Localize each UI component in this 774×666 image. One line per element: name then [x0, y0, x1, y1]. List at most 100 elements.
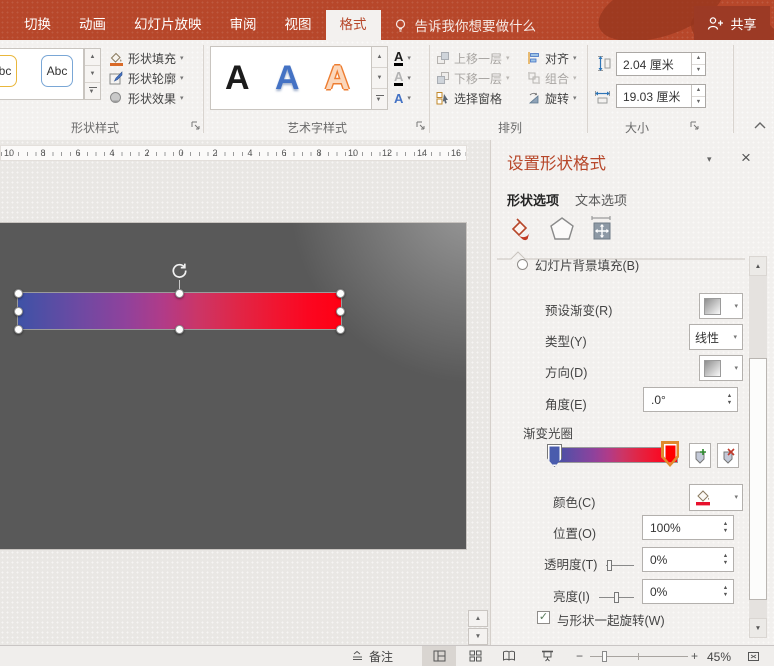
resize-handle-w[interactable] — [14, 307, 23, 316]
pane-close-icon[interactable]: × — [741, 148, 751, 168]
shape-style-tile[interactable]: Abc — [41, 55, 73, 87]
selection-pane-button[interactable]: 选择窗格 — [436, 88, 502, 108]
rotate-button[interactable]: 旋转 ▾ — [527, 88, 577, 108]
text-fill-button[interactable]: A ▾ — [394, 48, 411, 68]
zoom-out-button[interactable]: − — [576, 649, 583, 663]
view-normal-button[interactable] — [422, 646, 456, 666]
gallery-down-icon[interactable]: ▼ — [85, 66, 100, 83]
resize-handle-n[interactable] — [175, 289, 184, 298]
add-gradient-stop-button[interactable] — [689, 443, 711, 468]
zoom-percentage[interactable]: 45% — [707, 650, 731, 664]
spin-down-icon[interactable]: ▼ — [723, 593, 728, 597]
spin-down-icon[interactable]: ▼ — [723, 561, 728, 565]
brightness-slider-thumb[interactable] — [614, 592, 619, 603]
stop-position-field[interactable]: 100% ▲ ▼ — [642, 515, 734, 540]
tab-transitions[interactable]: 切换 — [10, 10, 65, 40]
fit-slide-to-window-icon[interactable] — [746, 650, 761, 663]
wordart-dialog-launcher-icon[interactable] — [416, 121, 426, 131]
angle-spinner[interactable]: ▲ ▼ — [722, 388, 737, 411]
bring-forward-button[interactable]: 上移一层 ▾ — [436, 48, 510, 68]
tell-me-box[interactable]: 告诉我你想要做什么 — [381, 10, 549, 40]
scroll-up-button[interactable]: ▲ — [468, 610, 488, 627]
pane-scroll-up-button[interactable]: ▲ — [749, 256, 767, 276]
size-dialog-launcher-icon[interactable] — [690, 121, 700, 131]
spin-up-icon[interactable]: ▲ — [723, 586, 728, 590]
gallery-up-icon[interactable]: ▲ — [85, 49, 100, 66]
slide-canvas[interactable] — [0, 223, 466, 549]
gradient-stop-blue[interactable] — [547, 444, 562, 467]
group-button[interactable]: 组合 ▾ — [527, 68, 577, 88]
pane-tab-shape-options[interactable]: 形状选项 — [507, 190, 559, 209]
spin-up-icon[interactable]: ▲ — [723, 554, 728, 558]
text-effects-button[interactable]: A ▾ — [394, 88, 411, 108]
tab-slideshow[interactable]: 幻灯片放映 — [120, 10, 216, 40]
gallery-up-icon[interactable]: ▲ — [372, 47, 387, 68]
spin-down-icon[interactable]: ▼ — [692, 97, 705, 108]
shape-outline-button[interactable]: 形状轮廓 ▾ — [108, 68, 184, 88]
selected-gradient-shape[interactable] — [18, 293, 341, 329]
pane-options-caret-icon[interactable]: ▾ — [707, 154, 712, 165]
wordart-sample-blue[interactable]: A — [275, 61, 300, 95]
shape-style-tile[interactable]: Abc — [0, 55, 17, 87]
brightness-slider[interactable] — [599, 597, 634, 598]
spin-down-icon[interactable]: ▼ — [727, 401, 732, 405]
gallery-more-icon[interactable]: ▼ — [85, 83, 100, 99]
zoom-in-button[interactable]: + — [691, 649, 698, 663]
spin-down-icon[interactable]: ▼ — [723, 529, 728, 533]
gradient-angle-field[interactable]: .0° ▲ ▼ — [643, 387, 738, 412]
radio-slide-background-fill[interactable] — [517, 259, 528, 270]
gradient-type-dropdown[interactable]: 线性 ▾ — [689, 324, 743, 350]
align-button[interactable]: 对齐 ▾ — [527, 48, 577, 68]
height-spinner[interactable]: ▲ ▼ — [691, 53, 705, 75]
tab-format[interactable]: 格式 — [326, 10, 381, 40]
resize-handle-s[interactable] — [175, 325, 184, 334]
transparency-slider-thumb[interactable] — [607, 560, 612, 571]
send-backward-button[interactable]: 下移一层 ▾ — [436, 68, 510, 88]
effects-category-icon[interactable] — [547, 214, 577, 244]
preset-gradients-dropdown[interactable]: ▾ — [699, 293, 743, 319]
resize-handle-se[interactable] — [336, 325, 345, 334]
pane-scrollbar-thumb[interactable] — [749, 358, 767, 600]
shape-width-field[interactable]: 19.03 厘米 ▲ ▼ — [616, 84, 706, 108]
spin-down-icon[interactable]: ▼ — [692, 65, 705, 76]
zoom-slider-thumb[interactable] — [602, 651, 607, 662]
width-spinner[interactable]: ▲ ▼ — [691, 85, 705, 107]
brightness-spinner[interactable]: ▲ ▼ — [718, 580, 733, 603]
tab-review[interactable]: 审阅 — [216, 10, 271, 40]
notes-button[interactable]: 备注 — [352, 646, 393, 666]
brightness-field[interactable]: 0% ▲ ▼ — [642, 579, 734, 604]
view-slide-sorter-button[interactable] — [460, 646, 490, 666]
view-reading-button[interactable] — [494, 646, 524, 666]
fill-category-icon[interactable] — [505, 214, 535, 244]
transparency-slider[interactable] — [606, 565, 634, 566]
gradient-direction-dropdown[interactable]: ▾ — [699, 355, 743, 381]
rotate-with-shape-checkbox[interactable]: ✓ — [537, 611, 550, 624]
wordart-sample-black[interactable]: A — [225, 61, 250, 95]
tab-view[interactable]: 视图 — [271, 10, 326, 40]
text-outline-button[interactable]: A ▾ — [394, 68, 411, 88]
spin-up-icon[interactable]: ▲ — [692, 85, 705, 97]
wordart-sample-orange[interactable]: A — [325, 61, 350, 95]
share-button[interactable]: 共享 — [694, 6, 770, 40]
shape-styles-dialog-launcher-icon[interactable] — [191, 121, 201, 131]
resize-handle-ne[interactable] — [336, 289, 345, 298]
resize-handle-nw[interactable] — [14, 289, 23, 298]
shape-effects-button[interactable]: 形状效果 ▾ — [108, 88, 184, 108]
stop-color-dropdown[interactable]: ▾ — [689, 484, 743, 511]
scroll-down-button[interactable]: ▼ — [468, 628, 488, 645]
gradient-stops-bar[interactable] — [553, 448, 677, 462]
size-properties-category-icon[interactable] — [585, 214, 617, 244]
shape-height-field[interactable]: 2.04 厘米 ▲ ▼ — [616, 52, 706, 76]
gradient-stop-red-selected[interactable] — [661, 441, 679, 467]
pane-tab-text-options[interactable]: 文本选项 — [575, 190, 627, 209]
view-slideshow-button[interactable] — [532, 646, 562, 666]
resize-handle-sw[interactable] — [14, 325, 23, 334]
spin-up-icon[interactable]: ▲ — [692, 53, 705, 65]
spin-up-icon[interactable]: ▲ — [723, 522, 728, 526]
shape-fill-button[interactable]: 形状填充 ▾ — [108, 48, 184, 68]
resize-handle-e[interactable] — [336, 307, 345, 316]
rotation-handle-icon[interactable] — [170, 261, 189, 280]
gallery-more-icon[interactable]: ▼ — [372, 89, 387, 109]
tab-animations[interactable]: 动画 — [65, 10, 120, 40]
pane-scroll-down-button[interactable]: ▼ — [749, 618, 767, 638]
